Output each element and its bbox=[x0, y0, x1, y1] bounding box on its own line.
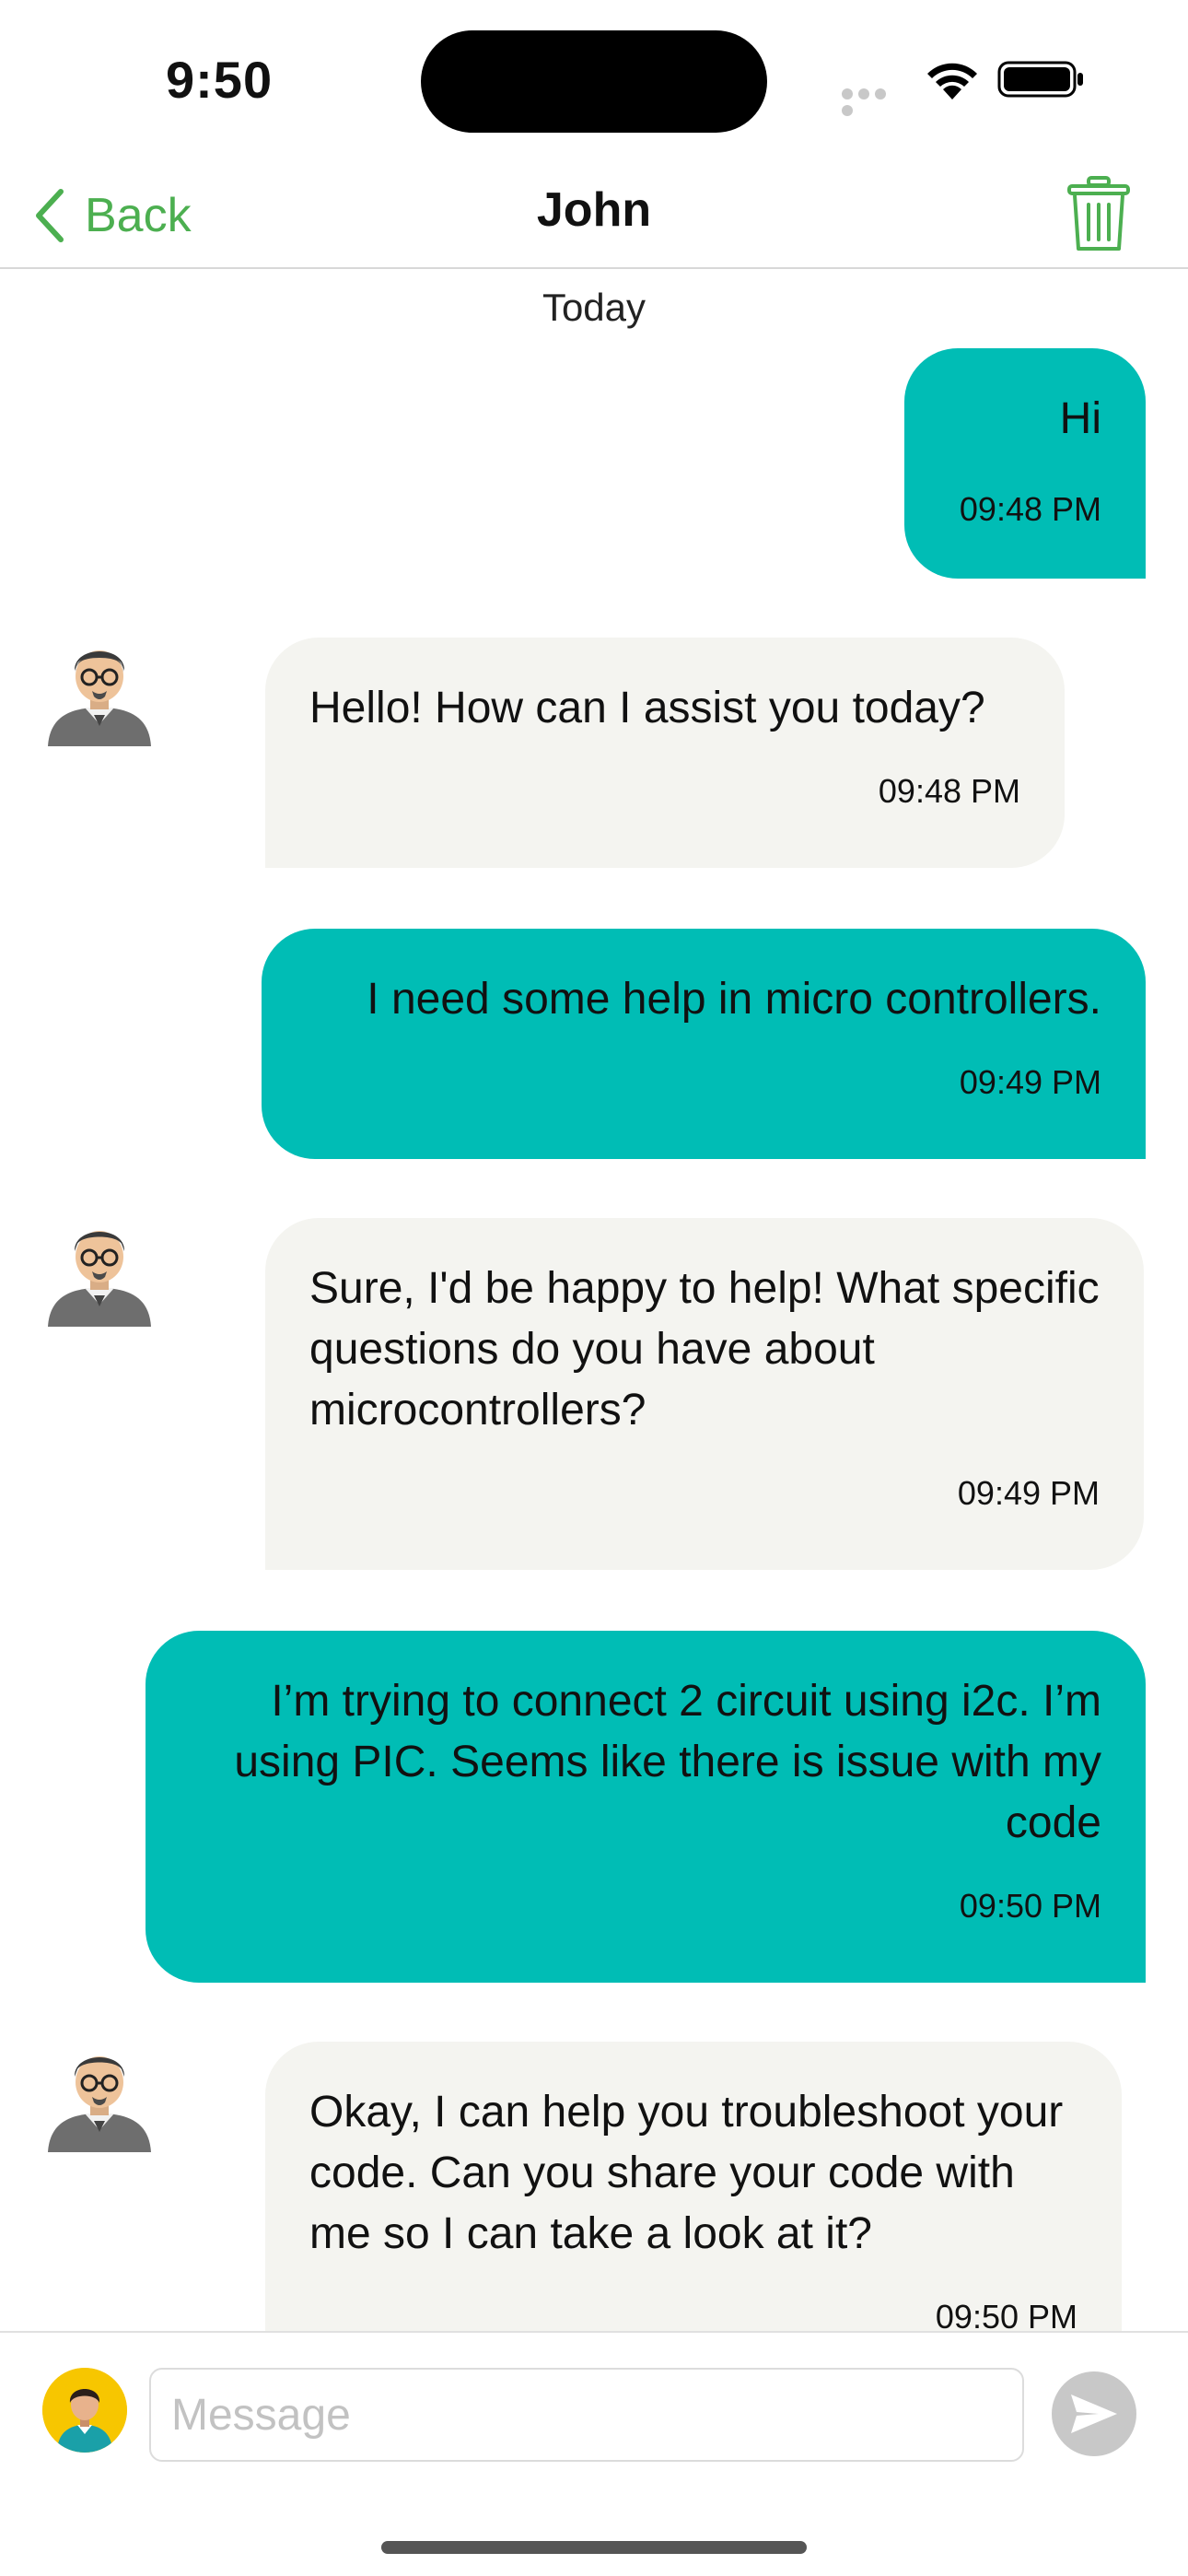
contact-avatar-icon bbox=[48, 1231, 151, 1327]
message-text: Hello! How can I assist you today? bbox=[309, 684, 985, 732]
contact-avatar-icon bbox=[48, 650, 151, 746]
incoming-message[interactable]: Sure, I'd be happy to help! What specifi… bbox=[265, 1218, 1144, 1570]
message-time: 09:49 PM bbox=[959, 1063, 1101, 1101]
user-avatar-icon[interactable] bbox=[42, 2368, 127, 2453]
message-text: Sure, I'd be happy to help! What specifi… bbox=[309, 1264, 1100, 1434]
message-text: Okay, I can help you troubleshoot your c… bbox=[309, 2088, 1064, 2258]
incoming-message[interactable]: Hello! How can I assist you today? 09:48… bbox=[265, 638, 1065, 868]
message-text: I need some help in micro controllers. bbox=[367, 975, 1101, 1024]
dynamic-island bbox=[421, 30, 767, 133]
date-separator: Today bbox=[542, 286, 646, 329]
outgoing-message[interactable]: Hi 09:48 PM bbox=[904, 348, 1146, 579]
message-time: 09:50 PM bbox=[935, 2298, 1077, 2331]
outgoing-message[interactable]: I’m trying to connect 2 circuit using i2… bbox=[146, 1631, 1146, 1983]
trash-icon[interactable] bbox=[1066, 175, 1131, 252]
wifi-icon bbox=[927, 63, 977, 100]
message-time: 09:48 PM bbox=[959, 490, 1101, 528]
message-list[interactable]: Today Hi 09:48 PM Hello! How can I assis… bbox=[0, 269, 1188, 2331]
message-time: 09:50 PM bbox=[959, 1887, 1101, 1925]
contact-avatar-icon bbox=[48, 2056, 151, 2152]
chat-screen: 9:50 Back John Today Hi 09:48 PM Hello! … bbox=[0, 0, 1188, 2576]
message-time: 09:49 PM bbox=[957, 1474, 1100, 1512]
chevron-left-icon bbox=[36, 189, 64, 242]
back-label: Back bbox=[85, 189, 192, 242]
composer-bar bbox=[0, 2331, 1188, 2576]
navigation-bar: Back John bbox=[0, 166, 1188, 269]
status-bar: 9:50 bbox=[0, 0, 1188, 166]
cellular-signal-icon bbox=[842, 88, 904, 116]
message-text: I’m trying to connect 2 circuit using i2… bbox=[234, 1677, 1101, 1847]
message-input[interactable] bbox=[149, 2368, 1024, 2462]
paper-plane-icon bbox=[1071, 2395, 1117, 2433]
back-button[interactable]: Back bbox=[33, 179, 192, 252]
outgoing-message[interactable]: I need some help in micro controllers. 0… bbox=[262, 929, 1146, 1159]
battery-icon bbox=[997, 61, 1083, 98]
incoming-message[interactable]: Okay, I can help you troubleshoot your c… bbox=[265, 2042, 1122, 2331]
message-text: Hi bbox=[1059, 394, 1101, 443]
send-button[interactable] bbox=[1052, 2371, 1136, 2456]
status-time: 9:50 bbox=[166, 51, 274, 109]
message-time: 09:48 PM bbox=[878, 772, 1020, 810]
home-indicator bbox=[381, 2541, 807, 2554]
